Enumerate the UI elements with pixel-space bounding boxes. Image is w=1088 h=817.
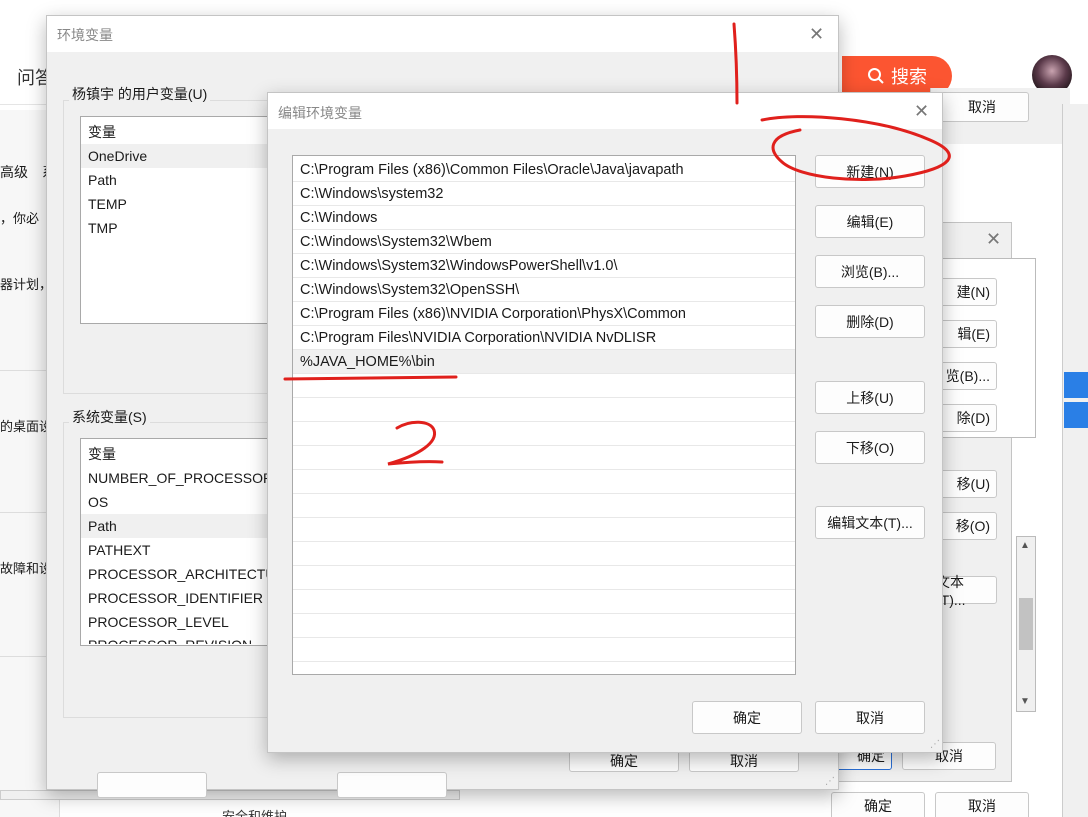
env-extra-button-1[interactable] (97, 772, 207, 798)
user-var-item[interactable]: TMP (81, 216, 279, 240)
sys-var-item[interactable]: PROCESSOR_IDENTIFIER (81, 586, 279, 610)
behind-dialog-close-icon[interactable]: ✕ (986, 230, 1001, 248)
user-vars-list[interactable]: 变量 OneDrive Path TEMP TMP (80, 116, 280, 324)
path-item-selected[interactable]: %JAVA_HOME%\bin (293, 350, 795, 374)
path-item[interactable]: C:\Program Files\NVIDIA Corporation\NVID… (293, 326, 795, 350)
behind-edittext-button[interactable]: 文本(T)... (935, 574, 997, 608)
sys-var-item[interactable]: PROCESSOR_ARCHITECTURE (81, 562, 279, 586)
edit-dialog-titlebar (268, 93, 942, 129)
behind-scrollbar-thumb[interactable] (1019, 598, 1033, 650)
bg-text-2: 器计划， (0, 277, 53, 292)
move-down-button[interactable]: 下移(O) (815, 431, 925, 464)
windows-logo-partial (1064, 372, 1088, 428)
sys-vars-list[interactable]: 变量 NUMBER_OF_PROCESSORS OS Path PATHEXT … (80, 438, 280, 646)
tab-advanced[interactable]: 高级 (0, 162, 28, 182)
path-empty-row[interactable] (293, 518, 795, 542)
path-item[interactable]: C:\Windows\System32\WindowsPowerShell\v1… (293, 254, 795, 278)
path-item[interactable]: C:\Windows\System32\Wbem (293, 230, 795, 254)
edit-button[interactable]: 编辑(E) (815, 205, 925, 238)
path-empty-row[interactable] (293, 638, 795, 662)
path-item[interactable]: C:\Program Files (x86)\NVIDIA Corporatio… (293, 302, 795, 326)
path-empty-row[interactable] (293, 422, 795, 446)
env-dialog-title: 环境变量 (57, 27, 113, 43)
behind-delete-button[interactable]: 除(D) (935, 404, 997, 432)
user-vars-header[interactable]: 变量 (81, 120, 279, 144)
path-list[interactable]: C:\Program Files (x86)\Common Files\Orac… (292, 155, 796, 675)
path-empty-row[interactable] (293, 470, 795, 494)
sys-var-item[interactable]: PATHEXT (81, 538, 279, 562)
bg-ok-bottom-button[interactable]: 确定 (831, 792, 925, 817)
user-var-item[interactable]: Path (81, 168, 279, 192)
path-empty-row[interactable] (293, 590, 795, 614)
path-empty-row[interactable] (293, 494, 795, 518)
edit-dialog-title: 编辑环境变量 (278, 105, 362, 121)
bg-panel-right-strip (1062, 104, 1088, 817)
search-icon (868, 68, 884, 84)
new-button[interactable]: 新建(N) (815, 155, 925, 188)
cancel-button[interactable]: 取消 (815, 701, 925, 734)
sys-var-item[interactable]: PROCESSOR_LEVEL (81, 610, 279, 634)
sys-var-item[interactable]: NUMBER_OF_PROCESSORS (81, 466, 279, 490)
ok-button[interactable]: 确定 (692, 701, 802, 734)
behind-scroll-down-icon[interactable]: ▼ (1020, 696, 1030, 707)
user-var-item[interactable]: OneDrive (81, 144, 279, 168)
path-empty-row[interactable] (293, 542, 795, 566)
path-item[interactable]: C:\Windows\System32\OpenSSH\ (293, 278, 795, 302)
sys-var-item[interactable]: OS (81, 490, 279, 514)
user-var-item[interactable]: TEMP (81, 192, 279, 216)
sys-var-item[interactable]: Path (81, 514, 279, 538)
path-empty-row[interactable] (293, 446, 795, 470)
bg-text-3: 的桌面设 (0, 419, 53, 434)
path-empty-row[interactable] (293, 374, 795, 398)
behind-new-button[interactable]: 建(N) (935, 278, 997, 306)
path-empty-row[interactable] (293, 566, 795, 590)
user-vars-label: 杨镇宇 的用户变量(U) (69, 84, 211, 104)
env-dialog-titlebar (47, 16, 838, 52)
bg-text-4: 故障和设 (0, 561, 53, 576)
env-resize-grip-icon[interactable]: ⋰ (825, 776, 835, 787)
bg-cancel-top-button[interactable]: 取消 (935, 92, 1029, 122)
behind-browse-button[interactable]: 览(B)... (935, 362, 997, 390)
path-empty-row[interactable] (293, 398, 795, 422)
path-item[interactable]: C:\Program Files (x86)\Common Files\Orac… (293, 158, 795, 182)
sys-vars-header[interactable]: 变量 (81, 442, 279, 466)
edit-dialog-close-icon[interactable]: ✕ (914, 102, 929, 120)
path-item[interactable]: C:\Windows\system32 (293, 182, 795, 206)
edit-env-dialog: 编辑环境变量 ✕ C:\Program Files (x86)\Common F… (267, 92, 943, 753)
bg-cancel-bottom-button[interactable]: 取消 (935, 792, 1029, 817)
behind-movedown-button[interactable]: 移(O) (935, 512, 997, 540)
search-button-label: 搜索 (891, 67, 927, 87)
env-dialog-close-icon[interactable]: ✕ (809, 25, 824, 43)
env-extra-button-2[interactable] (337, 772, 447, 798)
annotation-mark-2-text: 2 (0, 0, 1, 1)
behind-moveup-button[interactable]: 移(U) (935, 470, 997, 498)
edit-resize-grip-icon[interactable]: ⋰ (930, 739, 940, 750)
edit-text-button[interactable]: 编辑文本(T)... (815, 506, 925, 539)
bg-text-1: ，你必 (0, 211, 40, 226)
delete-button[interactable]: 删除(D) (815, 305, 925, 338)
behind-scroll-up-icon[interactable]: ▲ (1020, 540, 1030, 551)
move-up-button[interactable]: 上移(U) (815, 381, 925, 414)
behind-edit-button[interactable]: 辑(E) (935, 320, 997, 348)
sys-var-item[interactable]: PROCESSOR_REVISION (81, 634, 279, 644)
sys-vars-label: 系统变量(S) (69, 407, 150, 427)
path-item[interactable]: C:\Windows (293, 206, 795, 230)
path-empty-row[interactable] (293, 614, 795, 638)
browse-button[interactable]: 浏览(B)... (815, 255, 925, 288)
bg-bottom-text: 安全和维护 (222, 809, 288, 817)
